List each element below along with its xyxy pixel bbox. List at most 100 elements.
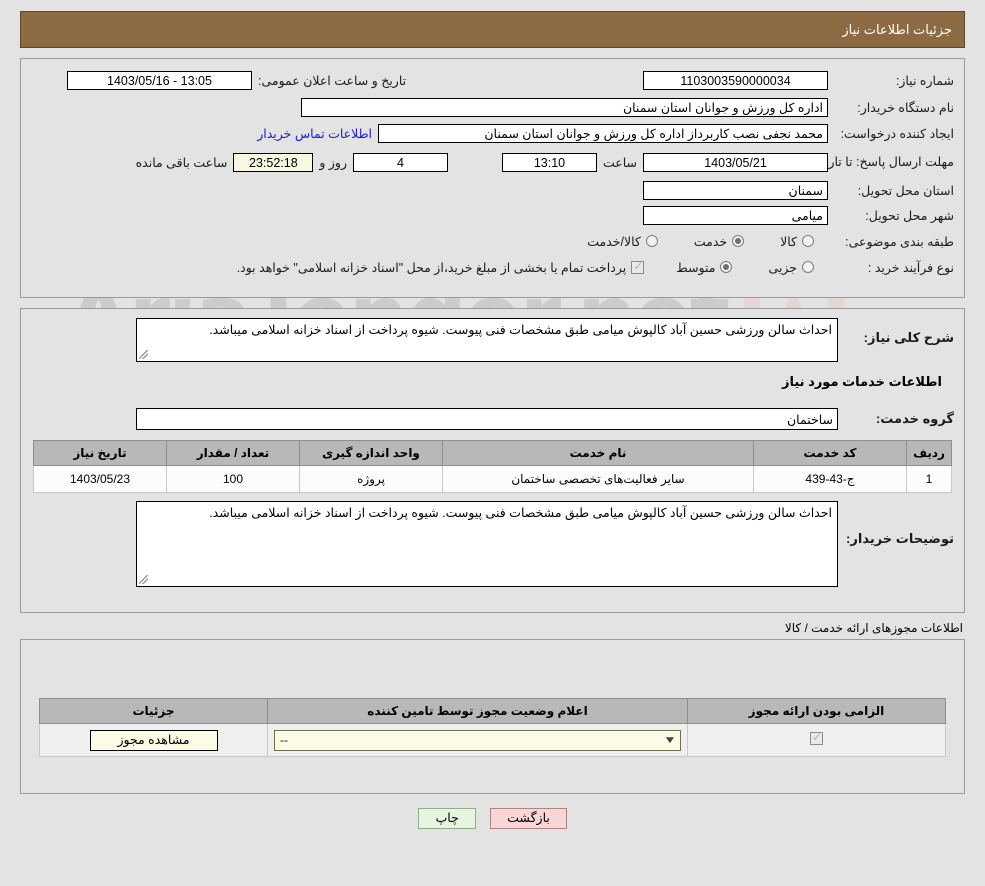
row-creator: ایجاد کننده درخواست: محمد نجفی نصب کاربر… bbox=[21, 120, 964, 146]
category-option-khedmat[interactable]: خدمت bbox=[693, 234, 745, 249]
category-option-kala-khedmat[interactable]: کالا/خدمت bbox=[587, 234, 658, 249]
category-option-kala[interactable]: کالا bbox=[780, 234, 814, 249]
province-label: استان محل تحویل: bbox=[857, 184, 954, 198]
row-need-summary: شرح کلی نیاز: احداث سالن ورزشی حسین آباد… bbox=[21, 318, 964, 362]
process-option-jozii[interactable]: جزیی bbox=[768, 260, 814, 275]
remaining-days-value: 4 bbox=[352, 152, 448, 172]
buyer-org-label: نام دستگاه خریدار: bbox=[857, 100, 954, 115]
process-type-label: نوع فرآیند خرید : bbox=[867, 260, 954, 275]
cell-qty: 100 bbox=[166, 465, 300, 493]
deadline-label: مهلت ارسال پاسخ: تا تاریخ: bbox=[813, 155, 954, 169]
col-permit-details: جزئیات bbox=[39, 698, 268, 724]
process-option-motavaset[interactable]: متوسط bbox=[676, 260, 733, 275]
province-value: سمنان bbox=[643, 181, 828, 200]
view-permit-button[interactable]: مشاهده مجوز bbox=[89, 729, 218, 751]
permits-panel: الزامی بودن ارائه مجوز اعلام وضعیت مجوز … bbox=[20, 639, 965, 794]
row-service-group: گروه خدمت: ساختمان bbox=[21, 404, 964, 434]
treasury-bonds-note: پرداخت تمام یا بخشی از مبلغ خرید،از محل … bbox=[236, 260, 627, 275]
need-summary-textarea[interactable]: احداث سالن ورزشی حسین آباد کالپوش میامی … bbox=[136, 318, 838, 362]
need-summary-label: شرح کلی نیاز: bbox=[863, 330, 954, 345]
row-buyer-notes: توضیحات خریدار: احداث سالن ورزشی حسین آب… bbox=[21, 501, 964, 587]
creator-label: ایجاد کننده درخواست: bbox=[840, 126, 954, 141]
remaining-time-suffix: ساعت باقی مانده bbox=[135, 155, 228, 170]
need-info-panel: شماره نیاز: 1103003590000034 تاریخ و ساع… bbox=[20, 58, 965, 298]
buyer-notes-textarea[interactable]: احداث سالن ورزشی حسین آباد کالپوش میامی … bbox=[136, 501, 838, 587]
services-table-header-row: ردیف کد خدمت نام خدمت واحد اندازه گیری ت… bbox=[33, 440, 952, 466]
permits-table-wrapper: الزامی بودن ارائه مجوز اعلام وضعیت مجوز … bbox=[21, 640, 964, 757]
col-qty: تعداد / مقدار bbox=[166, 440, 300, 466]
deadline-hour-label: ساعت bbox=[602, 155, 637, 170]
permit-status-selected-value: -- bbox=[280, 732, 288, 747]
row-need-number: شماره نیاز: 1103003590000034 تاریخ و ساع… bbox=[21, 67, 964, 94]
page-title-bar: جزئیات اطلاعات نیاز bbox=[20, 11, 965, 48]
footer-actions: بازگشت چاپ bbox=[0, 808, 985, 829]
col-name: نام خدمت bbox=[442, 440, 754, 466]
announce-datetime-label: تاریخ و ساعت اعلان عمومی: bbox=[258, 74, 407, 88]
remaining-days-label: روز و bbox=[319, 155, 347, 170]
process-option-jozii-label: جزیی bbox=[768, 260, 797, 275]
cell-name: سایر فعالیت‌های تخصصی ساختمان bbox=[442, 465, 754, 493]
cell-permit-details: مشاهده مجوز bbox=[39, 723, 268, 757]
permit-required-checkbox bbox=[810, 730, 823, 745]
need-details-panel: شرح کلی نیاز: احداث سالن ورزشی حسین آباد… bbox=[20, 308, 965, 613]
back-button[interactable]: بازگشت bbox=[490, 808, 567, 829]
creator-value: محمد نجفی نصب کاربرداز اداره کل ورزش و ج… bbox=[378, 123, 828, 143]
deadline-hour-value: 13:10 bbox=[501, 152, 597, 172]
city-value: میامی bbox=[643, 206, 828, 225]
buyer-notes-label: توضیحات خریدار: bbox=[846, 531, 954, 546]
category-option-kala-label: کالا bbox=[780, 234, 797, 249]
services-table-wrapper: ردیف کد خدمت نام خدمت واحد اندازه گیری ت… bbox=[21, 434, 964, 493]
print-button[interactable]: چاپ bbox=[418, 808, 477, 829]
cell-code: ج-43-439 bbox=[753, 465, 907, 493]
need-number-label: شماره نیاز: bbox=[895, 74, 954, 88]
cell-permit-required bbox=[687, 723, 946, 757]
row-category: طبقه بندی موضوعی: کالا خدمت کالا/خدمت bbox=[21, 228, 964, 254]
process-radio-jozii[interactable] bbox=[802, 261, 814, 273]
process-radio-motavaset[interactable] bbox=[720, 261, 733, 273]
category-option-kala-khedmat-label: کالا/خدمت bbox=[587, 234, 641, 249]
category-radio-kala[interactable] bbox=[802, 235, 814, 247]
process-option-motavaset-label: متوسط bbox=[676, 260, 716, 275]
cell-date: 1403/05/23 bbox=[33, 465, 167, 493]
permit-status-dropdown[interactable]: ▼ -- bbox=[274, 729, 681, 751]
services-table: ردیف کد خدمت نام خدمت واحد اندازه گیری ت… bbox=[33, 440, 952, 493]
table-row: 1 ج-43-439 سایر فعالیت‌های تخصصی ساختمان… bbox=[33, 465, 952, 493]
row-province: استان محل تحویل: سمنان bbox=[21, 178, 964, 203]
treasury-bonds-option[interactable]: پرداخت تمام یا بخشی از مبلغ خرید،از محل … bbox=[236, 259, 645, 275]
permits-table-header-row: الزامی بودن ارائه مجوز اعلام وضعیت مجوز … bbox=[39, 698, 946, 724]
service-group-value: ساختمان bbox=[136, 408, 838, 430]
buyer-org-value: اداره کل ورزش و جوانان استان سمنان bbox=[301, 97, 828, 117]
table-row: ▼ -- مشاهده مجوز bbox=[39, 723, 946, 757]
permits-section-title: اطلاعات مجوزهای ارائه خدمت / کالا bbox=[784, 621, 963, 635]
cell-radif: 1 bbox=[906, 465, 952, 493]
deadline-date-value: 1403/05/21 bbox=[643, 152, 828, 172]
category-radio-kala-khedmat[interactable] bbox=[645, 235, 658, 247]
row-deadline: مهلت ارسال پاسخ: تا تاریخ: 1403/05/21 سا… bbox=[21, 146, 964, 178]
col-code: کد خدمت bbox=[753, 440, 907, 466]
chevron-down-icon: ▼ bbox=[663, 734, 677, 746]
col-permit-required: الزامی بودن ارائه مجوز bbox=[687, 698, 946, 724]
cell-permit-status: ▼ -- bbox=[267, 723, 688, 757]
treasury-bonds-checkbox[interactable] bbox=[631, 259, 645, 274]
row-buyer-org: نام دستگاه خریدار: اداره کل ورزش و جوانا… bbox=[21, 94, 964, 120]
city-label: شهر محل تحویل: bbox=[865, 209, 954, 223]
col-unit: واحد اندازه گیری bbox=[299, 440, 443, 466]
category-radio-khedmat[interactable] bbox=[732, 235, 745, 247]
page-title: جزئیات اطلاعات نیاز bbox=[842, 21, 952, 37]
category-option-khedmat-label: خدمت bbox=[693, 234, 728, 249]
category-label: طبقه بندی موضوعی: bbox=[845, 234, 954, 249]
col-radif: ردیف bbox=[906, 440, 952, 466]
col-permit-status: اعلام وضعیت مجوز توسط تامین کننده bbox=[267, 698, 688, 724]
page-root: جزئیات اطلاعات نیاز شماره نیاز: 11030035… bbox=[0, 11, 985, 829]
services-section-heading: اطلاعات خدمات مورد نیاز bbox=[781, 374, 942, 389]
cell-unit: پروژه bbox=[299, 465, 443, 493]
remaining-time-countdown: 23:52:18 bbox=[233, 152, 314, 172]
col-date: تاریخ نیاز bbox=[33, 440, 167, 466]
permits-table: الزامی بودن ارائه مجوز اعلام وضعیت مجوز … bbox=[39, 698, 946, 757]
buyer-contact-link[interactable]: اطلاعات تماس خریدار bbox=[257, 126, 372, 141]
row-process-type: نوع فرآیند خرید : جزیی متوسط پرداخت تمام… bbox=[21, 254, 964, 280]
need-number-value: 1103003590000034 bbox=[643, 71, 828, 90]
row-city: شهر محل تحویل: میامی bbox=[21, 203, 964, 228]
service-group-label: گروه خدمت: bbox=[875, 411, 954, 426]
announce-datetime-value: 1403/05/16 - 13:05 bbox=[67, 71, 252, 90]
